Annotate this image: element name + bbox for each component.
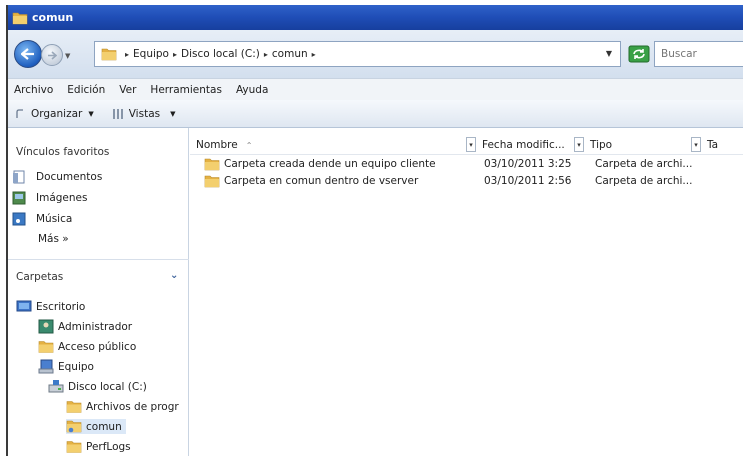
history-dropdown-icon[interactable]: ▼ [65, 52, 70, 60]
address-row: ▼ ▸ Equipo ▸ Disco local (C:) ▸ comun ▸ … [8, 30, 743, 78]
title-bar[interactable]: comun [8, 5, 743, 30]
breadcrumb-children[interactable]: ▸ [312, 50, 320, 59]
back-button[interactable] [14, 40, 42, 68]
explorer-window: comun ▼ ▸ Equipo ▸ Disco local (C:) ▸ co… [6, 5, 743, 456]
tree-comun[interactable]: comun [66, 419, 126, 434]
fav-documentos[interactable]: Documentos [12, 170, 102, 184]
tree-perflogs[interactable]: PerfLogs [66, 439, 131, 454]
file-list: Nombre ⌃ ▾ Fecha modific... ▾ Tipo ▾ Ta … [190, 128, 743, 456]
organize-button[interactable]: Organizar ▼ [16, 108, 94, 120]
folder-icon [66, 439, 82, 454]
menu-edicion[interactable]: Edición [61, 84, 113, 96]
breadcrumb-disco-local[interactable]: ▸ Disco local (C:) [173, 48, 260, 60]
views-icon [112, 108, 123, 119]
forward-button[interactable] [41, 44, 63, 66]
list-item[interactable]: Carpeta en comun dentro de vserver 03/10… [190, 173, 743, 189]
tree-acceso-publico[interactable]: Acceso público [38, 339, 136, 354]
folder-icon [101, 47, 117, 61]
column-tipo[interactable]: Tipo ▾ [584, 135, 701, 155]
folder-icon [38, 339, 54, 354]
list-item[interactable]: Carpeta creada dende un equipo cliente 0… [190, 156, 743, 172]
fav-musica[interactable]: Música [12, 212, 72, 226]
window-title: comun [32, 11, 74, 24]
organize-icon [16, 108, 23, 118]
menu-bar: Archivo Edición Ver Herramientas Ayuda [8, 78, 743, 100]
tree-archivos-programa[interactable]: Archivos de progr [66, 399, 179, 414]
folder-icon [204, 157, 220, 171]
pane-divider [8, 259, 189, 260]
search-input[interactable] [655, 42, 743, 66]
address-dropdown-icon[interactable]: ▼ [606, 49, 612, 58]
breadcrumb-comun[interactable]: ▸ comun [264, 48, 308, 60]
breadcrumb-arrow-icon[interactable]: ▸ [125, 50, 129, 59]
address-bar[interactable]: ▸ Equipo ▸ Disco local (C:) ▸ comun ▸ ▼ [94, 41, 621, 67]
fav-imagenes[interactable]: Imágenes [12, 191, 87, 205]
chevron-down-icon[interactable]: ⌄ [170, 270, 178, 281]
column-header: Nombre ⌃ ▾ Fecha modific... ▾ Tipo ▾ Ta [190, 135, 743, 155]
more-links[interactable]: Más » [38, 233, 69, 245]
menu-ayuda[interactable]: Ayuda [230, 84, 276, 96]
breadcrumb-arrow-icon[interactable]: ▸ [312, 50, 316, 59]
folder-icon [12, 11, 28, 25]
music-icon [12, 212, 26, 226]
user-folder-icon [38, 319, 54, 334]
column-nombre[interactable]: Nombre ⌃ ▾ [190, 135, 476, 155]
folder-icon [66, 399, 82, 414]
menu-archivo[interactable]: Archivo [8, 84, 61, 96]
refresh-icon [628, 45, 650, 63]
drive-icon [48, 380, 64, 393]
tree-disco-local[interactable]: Disco local (C:) [48, 379, 147, 394]
navigation-pane: Vínculos favoritos Documentos Imágenes M… [8, 128, 189, 456]
refresh-button[interactable] [626, 41, 652, 67]
column-fecha[interactable]: Fecha modific... ▾ [476, 135, 584, 155]
column-tamano[interactable]: Ta [701, 135, 743, 155]
folders-title[interactable]: Carpetas [16, 271, 63, 283]
column-filter-button[interactable]: ▾ [466, 137, 476, 152]
arrow-right-icon [48, 50, 57, 60]
tree-equipo[interactable]: Equipo [38, 359, 94, 374]
computer-icon [38, 359, 54, 374]
breadcrumb-arrow-icon[interactable]: ▸ [264, 50, 268, 59]
chevron-down-icon: ▼ [170, 109, 176, 118]
shared-folder-icon [66, 420, 82, 433]
favorites-title: Vínculos favoritos [16, 146, 110, 158]
pictures-icon [12, 191, 26, 205]
breadcrumb-equipo[interactable]: ▸ Equipo [125, 48, 169, 60]
menu-herramientas[interactable]: Herramientas [144, 84, 230, 96]
documents-icon [13, 170, 25, 184]
arrow-left-icon [21, 48, 34, 60]
folder-icon [204, 174, 220, 188]
breadcrumb-arrow-icon[interactable]: ▸ [173, 50, 177, 59]
desktop-icon [16, 300, 32, 312]
tree-escritorio[interactable]: Escritorio [16, 299, 85, 314]
tree-administrador[interactable]: Administrador [38, 319, 132, 334]
command-toolbar: Organizar ▼ Vistas ▼ [8, 100, 743, 128]
views-button[interactable]: Vistas ▼ [112, 108, 176, 120]
chevron-down-icon: ▼ [88, 109, 94, 118]
menu-ver[interactable]: Ver [113, 84, 144, 96]
search-box[interactable] [654, 41, 743, 67]
column-filter-button[interactable]: ▾ [691, 137, 701, 152]
sort-arrow-icon: ⌃ [245, 140, 253, 150]
column-filter-button[interactable]: ▾ [574, 137, 584, 152]
